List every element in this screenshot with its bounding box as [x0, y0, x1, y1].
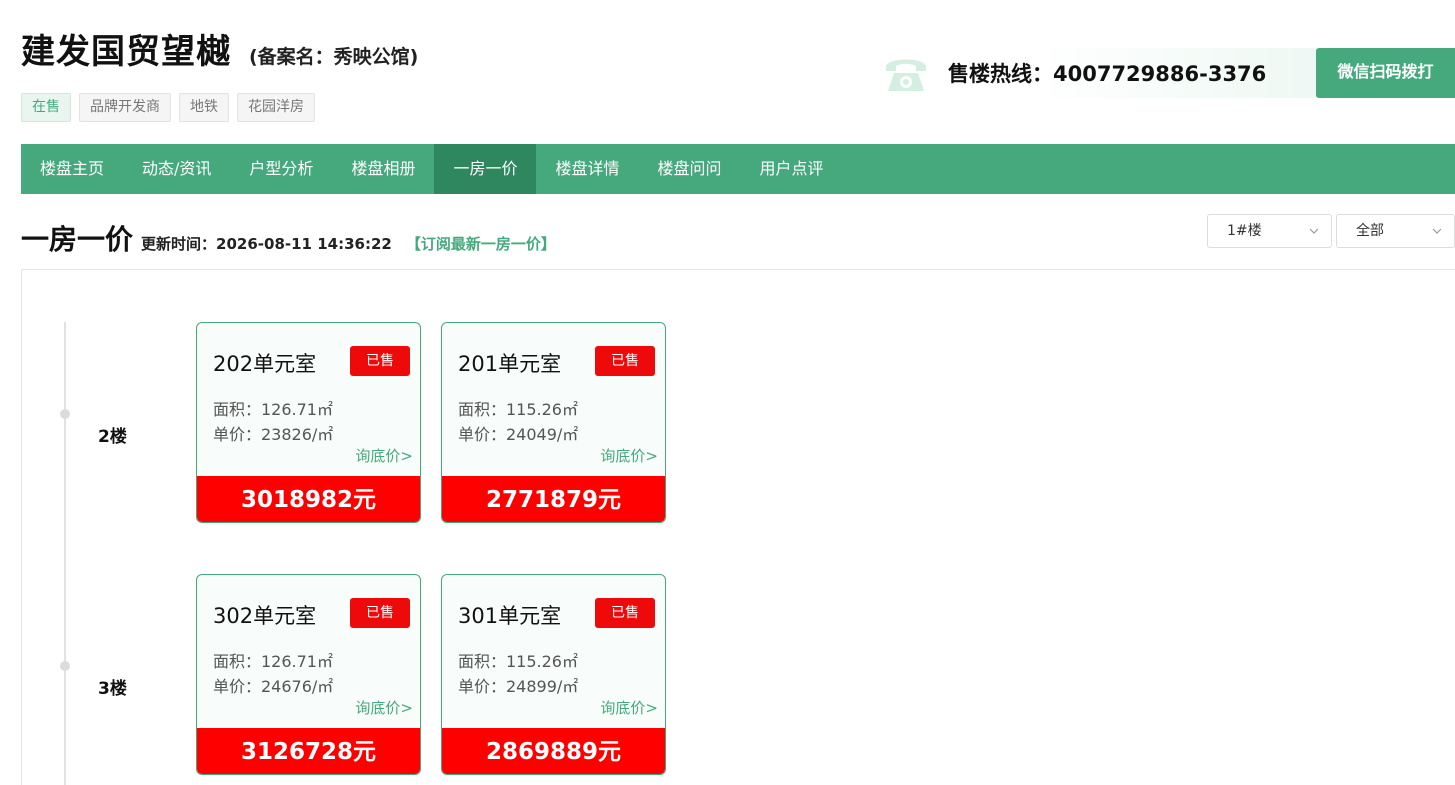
unit-total-price: 2771879元	[442, 476, 665, 522]
hotline-number: 售楼热线：4007729886-3376	[948, 62, 1267, 86]
building-select-value: 1#楼	[1227, 223, 1262, 239]
tag-garden-house: 花园洋房	[237, 93, 315, 122]
nav-news[interactable]: 动态/资讯	[123, 144, 230, 194]
unit-card[interactable]: 302单元室 已售 面积：126.71㎡ 单价：24676/㎡ 询底价> 312…	[196, 574, 421, 775]
nav-album[interactable]: 楼盘相册	[332, 144, 434, 194]
unit-price: 单价：24676/㎡	[213, 677, 334, 696]
unit-price: 单价：24049/㎡	[458, 425, 579, 444]
main-nav: 楼盘主页 动态/资讯 户型分析 楼盘相册 一房一价 楼盘详情 楼盘问问 用户点评	[21, 144, 1455, 194]
floor-timeline	[64, 322, 66, 785]
unit-price: 单价：23826/㎡	[213, 425, 334, 444]
sold-badge: 已售	[350, 598, 410, 628]
nav-details[interactable]: 楼盘详情	[536, 144, 638, 194]
building-select[interactable]: 1#楼	[1207, 214, 1332, 248]
tag-brand-developer: 品牌开发商	[79, 93, 171, 122]
unit-area: 面积：115.26㎡	[458, 400, 578, 419]
unit-total-price: 3018982元	[197, 476, 420, 522]
sold-badge: 已售	[595, 598, 655, 628]
unit-name: 301单元室	[458, 604, 562, 628]
chevron-down-icon	[1432, 228, 1442, 234]
section-title: 一房一价	[21, 223, 134, 256]
tag-metro: 地铁	[179, 93, 229, 122]
chevron-down-icon	[1309, 228, 1319, 234]
unit-card[interactable]: 201单元室 已售 面积：115.26㎡ 单价：24049/㎡ 询底价> 277…	[441, 322, 666, 523]
timeline-dot	[60, 661, 70, 671]
ask-lowest-price-link[interactable]: 询底价>	[355, 445, 413, 466]
sold-badge: 已售	[350, 346, 410, 376]
unit-price-panel: 2楼 3楼 202单元室 已售 面积：126.71㎡ 单价：23826/㎡ 询底…	[21, 269, 1455, 785]
floor-label: 3楼	[98, 679, 127, 699]
unit-price: 单价：24899/㎡	[458, 677, 579, 696]
sales-hotline: 售楼热线：4007729886-3376	[880, 48, 1320, 98]
ask-lowest-price-link[interactable]: 询底价>	[600, 445, 658, 466]
unit-name: 202单元室	[213, 352, 317, 376]
project-title: 建发国贸望樾	[21, 32, 231, 72]
nav-unit-prices[interactable]: 一房一价	[434, 144, 537, 194]
unit-card[interactable]: 301单元室 已售 面积：115.26㎡ 单价：24899/㎡ 询底价> 286…	[441, 574, 666, 775]
nav-qa[interactable]: 楼盘问问	[638, 144, 740, 194]
unit-area: 面积：126.71㎡	[213, 652, 333, 671]
ask-lowest-price-link[interactable]: 询底价>	[355, 697, 413, 718]
unit-total-price: 2869889元	[442, 728, 665, 774]
timeline-dot	[60, 409, 70, 419]
nav-reviews[interactable]: 用户点评	[741, 144, 843, 194]
wechat-scan-call-button[interactable]: 微信扫码拨打	[1316, 48, 1455, 98]
nav-floorplans[interactable]: 户型分析	[230, 144, 332, 194]
tag-on-sale: 在售	[21, 93, 71, 122]
sold-badge: 已售	[595, 346, 655, 376]
unit-area: 面积：115.26㎡	[458, 652, 578, 671]
unit-name: 302单元室	[213, 604, 317, 628]
unit-name: 201单元室	[458, 352, 562, 376]
ask-lowest-price-link[interactable]: 询底价>	[600, 697, 658, 718]
status-select[interactable]: 全部	[1336, 214, 1455, 248]
unit-area: 面积：126.71㎡	[213, 400, 333, 419]
update-label: 更新时间：	[141, 235, 217, 253]
project-header: 建发国贸望樾 (备案名：秀映公馆)	[21, 24, 418, 73]
subscribe-link[interactable]: 【订阅最新一房一价】	[406, 233, 556, 254]
section-header: 一房一价 更新时间： 2026-08-11 14:36:22 【订阅最新一房一价…	[21, 218, 556, 258]
project-tags: 在售 品牌开发商 地铁 花园洋房	[21, 93, 315, 122]
floor-label: 2楼	[98, 427, 127, 447]
update-time: 2026-08-11 14:36:22	[216, 235, 392, 253]
status-select-value: 全部	[1356, 223, 1384, 239]
record-name: (备案名：秀映公馆)	[249, 46, 419, 68]
unit-total-price: 3126728元	[197, 728, 420, 774]
nav-home[interactable]: 楼盘主页	[21, 144, 123, 194]
unit-card[interactable]: 202单元室 已售 面积：126.71㎡ 单价：23826/㎡ 询底价> 301…	[196, 322, 421, 523]
telephone-icon	[882, 51, 930, 95]
